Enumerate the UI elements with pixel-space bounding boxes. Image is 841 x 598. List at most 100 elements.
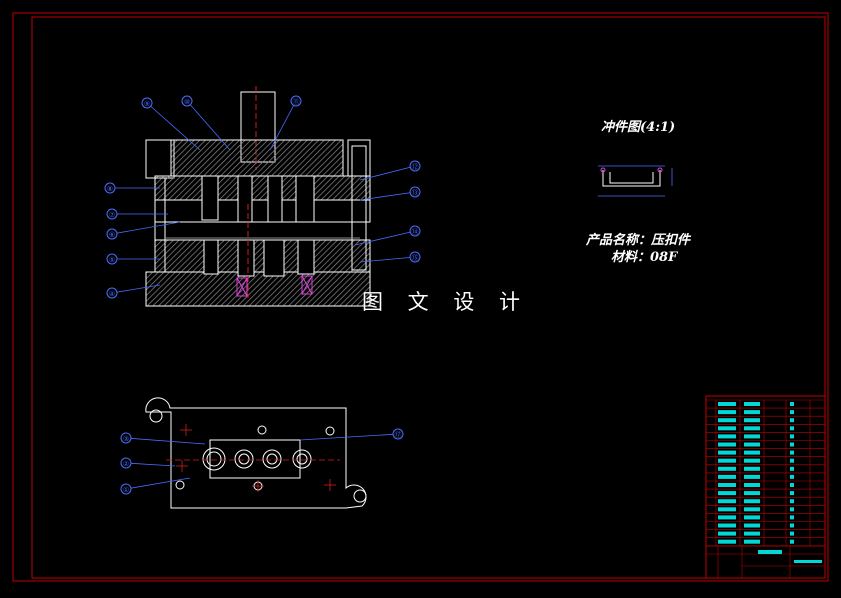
bom-cell-mark (718, 402, 736, 406)
punch-1 (201, 175, 219, 221)
bom-cell-mark (790, 539, 794, 544)
bom-cell-mark (790, 410, 794, 415)
callout-number: ② (123, 460, 129, 468)
part-view (598, 165, 673, 197)
stripper-plate (154, 175, 371, 201)
callout-number: ⑪ (293, 98, 300, 106)
callout-number: ⑦ (109, 211, 115, 219)
callout-number: ⑥ (109, 231, 115, 239)
screw-hole (325, 426, 335, 436)
punch-hole-2 (234, 449, 254, 469)
die-base (145, 271, 371, 307)
bom-cell-mark (718, 507, 736, 512)
bom-cell-mark (718, 434, 736, 439)
bom-cell-mark (744, 499, 760, 504)
bom-cell-mark (718, 442, 736, 447)
title-block (705, 395, 826, 579)
bom-cell-mark (744, 539, 760, 544)
callout-number: ⑩ (184, 98, 190, 106)
callout-number: ⑭ (412, 228, 419, 236)
bom-cell-mark (744, 402, 760, 406)
punch-holder (154, 199, 371, 223)
callout-leader (125, 462, 176, 467)
watermark-text: 图 文 设 计 (362, 290, 530, 314)
bom-cell-mark (744, 450, 760, 455)
bom-cell-mark (744, 515, 760, 520)
callout-number: ⑨ (144, 100, 150, 108)
callout-leader (299, 433, 399, 441)
die-insert-3 (263, 239, 285, 277)
bom-cell-mark (718, 483, 736, 487)
callout-number: ⑫ (412, 163, 419, 171)
callout-leader (125, 437, 206, 445)
bom-cell-mark (718, 523, 736, 528)
drawing-sheet: ⑨⑩⑪⑫⑬⑭⑮⑧⑦⑥⑤④③②①⑰ 冲件图(4:1) 产品名称：压扣件 材料：08… (0, 0, 841, 594)
bom-cell-mark (790, 483, 794, 487)
title-cell-mark (758, 550, 782, 554)
callout-leader (125, 477, 191, 490)
strip-channel (209, 439, 301, 479)
bom-cell-mark (744, 434, 760, 439)
section-view: ⑨ ⑩ ⑪ ⑫ ⑬ ⑭ ⑮ ⑧ ⑦ ⑥ ⑤ ④ (104, 86, 421, 307)
bom-cell-mark (790, 499, 794, 504)
title-cell-mark (794, 560, 822, 563)
left-guide-post-top (145, 139, 175, 179)
bom-cell-mark (718, 410, 736, 415)
bom-cell-mark (744, 458, 760, 463)
bom-cell-mark (790, 531, 794, 536)
callout-leader (359, 165, 416, 181)
callout-number: ③ (123, 435, 129, 443)
bom-cell-mark (790, 442, 794, 447)
plan-view: ③ ② ① ⑰ (120, 397, 404, 509)
die-plate-outline (145, 397, 367, 509)
bom-cell-mark (718, 474, 736, 479)
bom-cell-mark (744, 426, 760, 431)
bom-cell-mark (790, 474, 794, 479)
bom-cell-mark (718, 491, 736, 496)
punch-hole-1 (202, 447, 226, 471)
bom-cell-mark (790, 458, 794, 463)
right-guide-post-top (347, 139, 371, 177)
bom-cell-mark (790, 491, 794, 496)
callout-number: ⑧ (107, 185, 113, 193)
material-label: 材料：08F (611, 250, 678, 265)
bom-cell-mark (744, 466, 760, 471)
bom-cell-mark (744, 523, 760, 528)
bom-cell-mark (790, 418, 794, 423)
punch-2 (237, 175, 253, 223)
callout-number: ① (123, 486, 129, 494)
bom-cell-mark (790, 515, 794, 520)
bom-cell-mark (744, 442, 760, 447)
bom-cell-mark (790, 507, 794, 512)
bom-cell-mark (744, 474, 760, 479)
bom-cell-mark (744, 410, 760, 415)
bom-cell-mark (790, 426, 794, 431)
bom-cell-mark (718, 515, 736, 520)
bom-cell-mark (718, 458, 736, 463)
screw-hole (175, 480, 185, 490)
bom-cell-mark (744, 418, 760, 423)
bom-cell-mark (718, 539, 736, 544)
part-view-title: 冲件图(4:1) (601, 120, 676, 135)
bom-cell-mark (744, 491, 760, 496)
bom-cell-mark (790, 466, 794, 471)
punch-3 (267, 175, 283, 223)
bom-cell-mark (790, 402, 794, 406)
punch-hole-3 (262, 449, 282, 469)
bom-cell-mark (790, 450, 794, 455)
bom-cell-mark (790, 523, 794, 528)
bom-cell-mark (744, 507, 760, 512)
callout-number: ⑰ (395, 431, 402, 439)
bom-cell-mark (718, 499, 736, 504)
callout-number: ⑤ (109, 256, 115, 264)
punch-4 (295, 175, 315, 223)
bom-cell-mark (790, 434, 794, 439)
bom-cell-mark (718, 466, 736, 471)
bom-cell-mark (718, 531, 736, 536)
die-insert-1 (203, 239, 219, 275)
part-outline (602, 170, 661, 187)
callout-leader (354, 230, 416, 246)
callout-number: ⑮ (412, 254, 419, 262)
lower-die-plate (154, 239, 371, 273)
bom-cell-mark (718, 426, 736, 431)
